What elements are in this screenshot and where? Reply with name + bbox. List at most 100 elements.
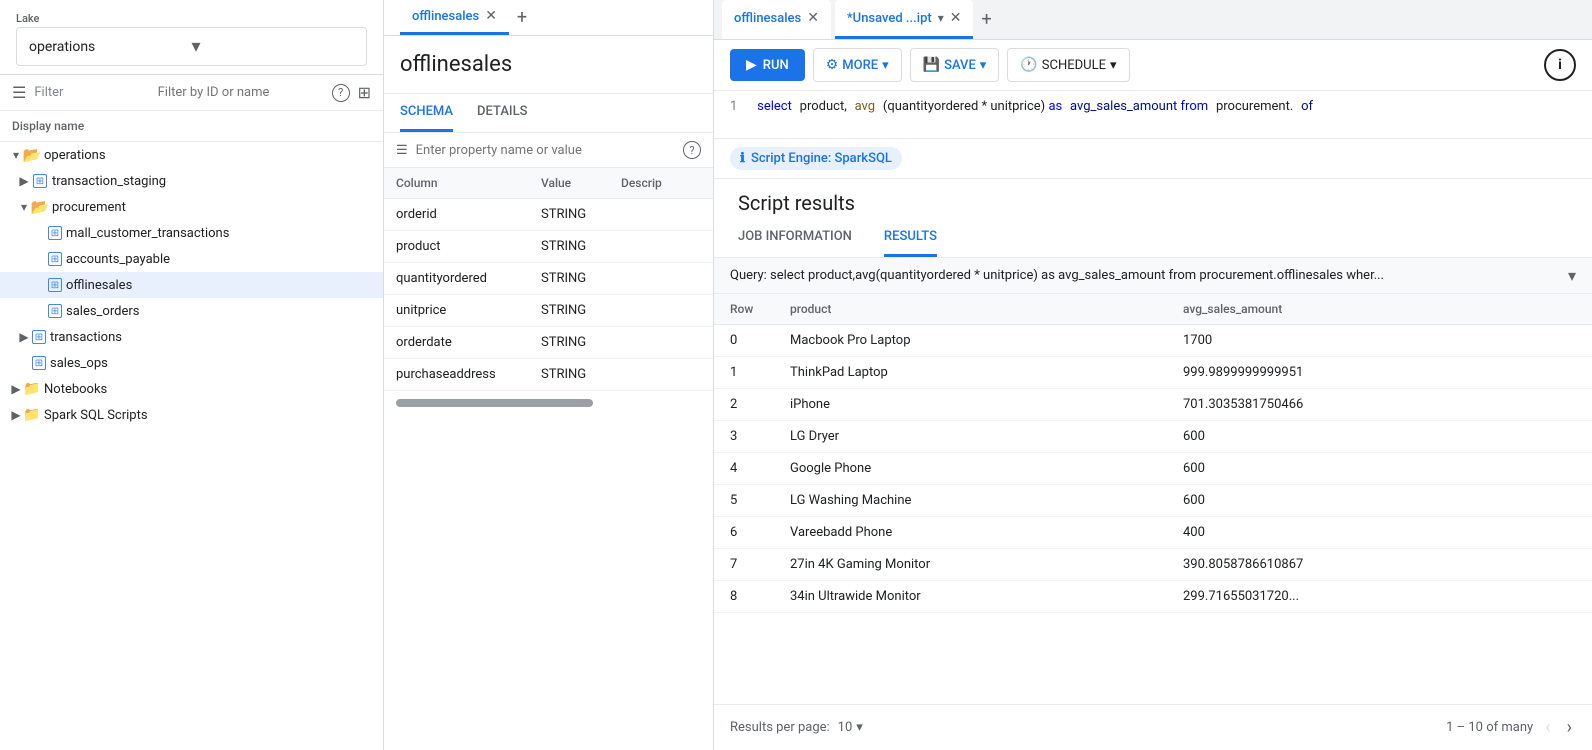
schedule-button[interactable]: 🕐 SCHEDULE ▾ <box>1007 48 1129 82</box>
filter-input[interactable] <box>158 85 324 100</box>
filter-icon: ☰ <box>12 83 26 102</box>
cell-product-0: Macbook Pro Laptop <box>790 333 1183 348</box>
tab-right-unsaved-label: *Unsaved ...ipt <box>847 11 932 26</box>
info-button[interactable]: i <box>1544 49 1576 81</box>
schema-filter-icon: ☰ <box>396 143 408 158</box>
chevron-down-icon: ▾ <box>192 36 355 57</box>
schema-filter-input[interactable] <box>416 143 675 158</box>
tree-item-accounts-payable[interactable]: ▶ ⊞ accounts_payable <box>0 246 383 272</box>
tab-right-unsaved[interactable]: *Unsaved ...ipt ▾ ✕ <box>835 0 974 39</box>
tree-label-notebooks: Notebooks <box>44 382 107 397</box>
help-icon[interactable]: ? <box>332 84 350 102</box>
results-col-product: product <box>790 302 1183 316</box>
tab-right-unsaved-down-icon[interactable]: ▾ <box>938 11 944 25</box>
filter-bar: ☰ Filter ? ⊞ <box>0 75 383 111</box>
tree-item-operations[interactable]: ▾ 📂 operations <box>0 142 383 168</box>
cell-product-4: Google Phone <box>790 461 1183 476</box>
code-editor[interactable]: 1 select product, avg (quantityordered *… <box>714 91 1592 139</box>
tree-item-sales-orders[interactable]: ▶ ⊞ sales_orders <box>0 298 383 324</box>
tab-right-unsaved-close-icon[interactable]: ✕ <box>950 10 962 26</box>
schema-cell-qty-val: STRING <box>541 271 621 286</box>
tab-right-offlinesales[interactable]: offlinesales ✕ <box>722 0 831 39</box>
horizontal-scrollbar[interactable] <box>396 399 593 407</box>
expand-arrow-operations: ▾ <box>8 147 24 163</box>
tree-item-offlinesales[interactable]: ▶ ⊞ offlinesales <box>0 272 383 298</box>
table-row: 7 27in 4K Gaming Monitor 390.80587866108… <box>714 549 1592 581</box>
tab-job-information[interactable]: JOB INFORMATION <box>738 219 852 257</box>
cell-avg-0: 1700 <box>1183 333 1576 348</box>
table-icon-transaction-staging: ⊞ <box>32 173 48 189</box>
tree-label-spark-sql-scripts: Spark SQL Scripts <box>44 408 148 423</box>
cell-avg-5: 600 <box>1183 493 1576 508</box>
schema-cell-qty-desc <box>621 271 701 286</box>
table-icon-offlinesales: ⊞ <box>48 278 62 292</box>
per-page-select[interactable]: 10 ▾ <box>838 720 863 735</box>
tree-item-mall-customer[interactable]: ▶ ⊞ mall_customer_transactions <box>0 220 383 246</box>
query-expand-icon[interactable]: ▾ <box>1568 266 1576 285</box>
save-chevron-icon: ▾ <box>980 58 987 73</box>
schema-help-icon[interactable]: ? <box>683 141 701 159</box>
query-text: Query: select product,avg(quantityordere… <box>730 268 1568 283</box>
tab-offlinesales[interactable]: offlinesales ✕ <box>400 0 509 35</box>
right-panel: offlinesales ✕ *Unsaved ...ipt ▾ ✕ + ▶ R… <box>714 0 1592 750</box>
results-per-page: Results per page: 10 ▾ <box>730 720 863 735</box>
lake-dropdown[interactable]: operations ▾ <box>16 27 367 66</box>
cell-product-7: 27in 4K Gaming Monitor <box>790 557 1183 572</box>
prev-page-button[interactable]: ‹ <box>1541 713 1554 742</box>
schema-table: Column Value Descrip orderid STRING prod… <box>384 168 713 750</box>
tree-item-sales-ops[interactable]: ▶ ⊞ sales_ops <box>0 350 383 376</box>
tab-results[interactable]: RESULTS <box>884 219 937 257</box>
schema-add-tab-button[interactable]: + <box>513 3 531 32</box>
tree-item-spark-sql-scripts[interactable]: ▶ 📁 Spark SQL Scripts <box>0 402 383 428</box>
cell-product-2: iPhone <box>790 397 1183 412</box>
schema-cell-orderdate-val: STRING <box>541 335 621 350</box>
schema-header: offlinesales <box>384 36 713 94</box>
tab-right-offlinesales-label: offlinesales <box>734 11 801 26</box>
engine-info-icon: ℹ <box>740 151 745 166</box>
table-row: 0 Macbook Pro Laptop 1700 <box>714 325 1592 357</box>
schema-row-purchaseaddress: purchaseaddress STRING <box>384 359 713 391</box>
tree-label-sales-ops: sales_ops <box>50 356 108 371</box>
table-icon-mall: ⊞ <box>48 226 62 240</box>
editor-add-tab-button[interactable]: + <box>977 5 995 34</box>
tab-details[interactable]: DETAILS <box>477 94 527 132</box>
save-button[interactable]: 💾 SAVE ▾ <box>910 48 1000 82</box>
cell-row-4: 4 <box>730 461 790 476</box>
per-page-chevron-icon: ▾ <box>856 720 863 735</box>
tree-item-transactions[interactable]: ▶ ⊞ transactions <box>0 324 383 350</box>
pagination: 1 – 10 of many ‹ › <box>1446 713 1576 742</box>
schedule-chevron-icon: ▾ <box>1110 58 1117 73</box>
tab-schema[interactable]: SCHEMA <box>400 94 453 132</box>
cell-avg-1: 999.9899999999951 <box>1183 365 1576 380</box>
tab-right-offlinesales-close-icon[interactable]: ✕ <box>807 10 819 26</box>
engine-badge: ℹ Script Engine: SparkSQL <box>730 147 902 170</box>
cell-product-3: LG Dryer <box>790 429 1183 444</box>
tree-label-mall: mall_customer_transactions <box>66 226 229 241</box>
tree-label-transactions: transactions <box>50 330 122 345</box>
cell-avg-3: 600 <box>1183 429 1576 444</box>
columns-icon[interactable]: ⊞ <box>358 83 371 102</box>
tree-item-procurement[interactable]: ▾ 📂 procurement <box>0 194 383 220</box>
table-row: 5 LG Washing Machine 600 <box>714 485 1592 517</box>
tab-offlinesales-close-icon[interactable]: ✕ <box>485 8 497 24</box>
keyword-select: select <box>757 99 792 114</box>
schema-cell-unitprice-val: STRING <box>541 303 621 318</box>
next-page-button[interactable]: › <box>1563 713 1576 742</box>
results-footer: Results per page: 10 ▾ 1 – 10 of many ‹ … <box>714 704 1592 750</box>
run-button[interactable]: ▶ RUN <box>730 49 805 81</box>
expand-arrow-transactions: ▶ <box>16 329 32 345</box>
results-table-header: Row product avg_sales_amount <box>714 294 1592 325</box>
schema-cell-product-desc <box>621 239 701 254</box>
more-button[interactable]: ⚙ MORE ▾ <box>813 48 902 82</box>
tree-label-procurement: procurement <box>52 200 126 215</box>
query-bar: Query: select product,avg(quantityordere… <box>714 258 1592 294</box>
schema-cell-orderid-col: orderid <box>396 207 541 222</box>
schema-cell-orderdate-col: orderdate <box>396 335 541 350</box>
code-alias: avg_sales_amount <box>1070 99 1180 114</box>
cell-row-2: 2 <box>730 397 790 412</box>
cell-avg-6: 400 <box>1183 525 1576 540</box>
schema-cell-qty-col: quantityordered <box>396 271 541 286</box>
engine-text: Script Engine: SparkSQL <box>751 151 892 166</box>
tree-item-notebooks[interactable]: ▶ 📁 Notebooks <box>0 376 383 402</box>
tree-item-transaction-staging[interactable]: ▶ ⊞ transaction_staging <box>0 168 383 194</box>
